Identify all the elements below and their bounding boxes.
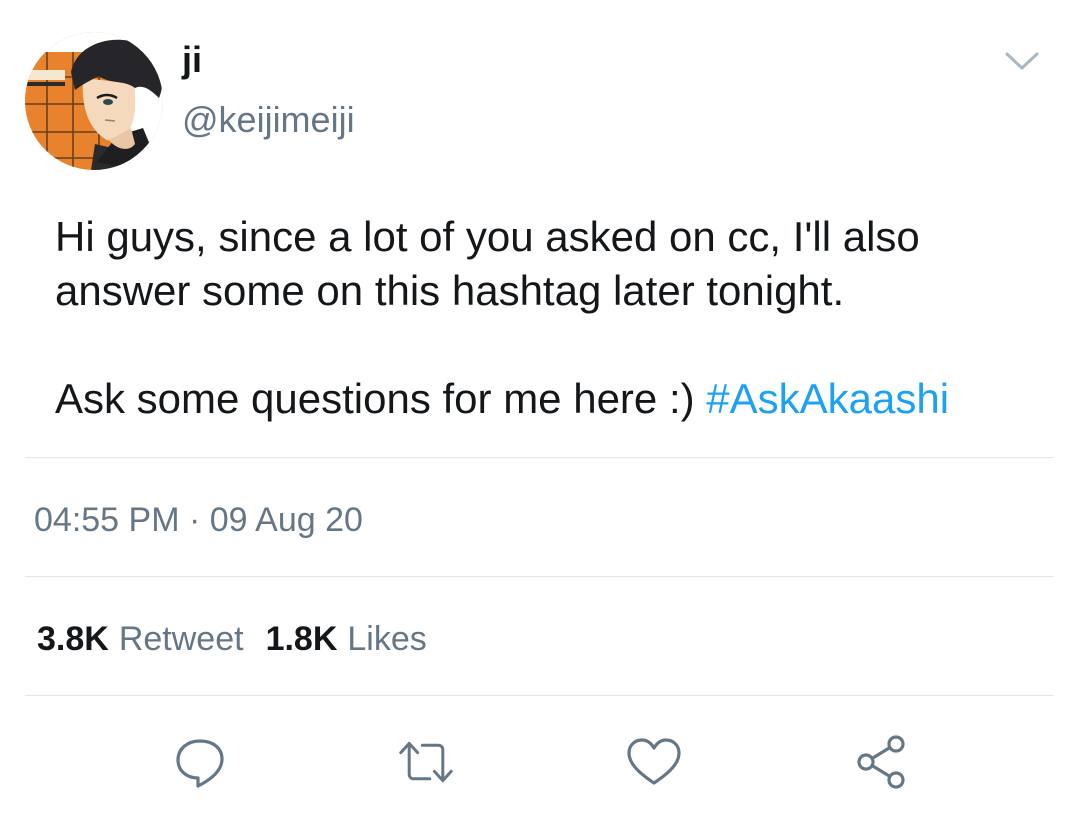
likes-label: Likes	[347, 620, 427, 658]
divider	[25, 576, 1053, 577]
retweet-button[interactable]	[398, 734, 454, 790]
tweet-stats: 3.8K Retweet 1.8K Likes	[37, 619, 427, 659]
tweet-time: 04:55 PM	[34, 501, 180, 539]
reply-button[interactable]	[172, 734, 228, 790]
author-display-name[interactable]: ji	[182, 40, 202, 80]
tweet-menu-button[interactable]	[1002, 46, 1042, 76]
heart-icon	[627, 738, 681, 785]
tweet-card: ji @keijimeiji Hi guys, since a lot of y…	[0, 0, 1077, 820]
share-icon	[857, 735, 905, 789]
timestamp-separator: ·	[179, 501, 210, 539]
author-avatar[interactable]	[25, 32, 163, 170]
tweet-body: Hi guys, since a lot of you asked on cc,…	[55, 210, 1055, 426]
tweet-text-line: Hi guys, since a lot of you asked on cc,…	[55, 213, 920, 260]
like-button[interactable]	[626, 734, 682, 790]
hashtag-link[interactable]: #AskAkaashi	[706, 375, 949, 422]
likes-count: 1.8K	[265, 620, 338, 658]
chevron-down-icon	[1005, 52, 1039, 70]
retweets-stat[interactable]: 3.8K Retweet	[37, 620, 244, 658]
retweets-count: 3.8K	[37, 620, 109, 658]
tweet-date: 09 Aug 20	[209, 501, 363, 539]
divider	[25, 457, 1053, 458]
tweet-text: Ask some questions for me here :)	[55, 375, 707, 422]
divider	[25, 695, 1053, 696]
reply-icon	[176, 739, 224, 788]
tweet-text-line: Ask some questions for me here :) #AskAk…	[55, 372, 1055, 426]
retweet-icon	[399, 741, 453, 783]
tweet-timestamp: 04:55 PM · 09 Aug 20	[34, 500, 363, 540]
anime-avatar-image	[25, 32, 163, 170]
share-button[interactable]	[854, 734, 910, 790]
likes-stat[interactable]: 1.8K Likes	[266, 620, 427, 658]
author-handle[interactable]: @keijimeiji	[182, 100, 355, 140]
tweet-text-line: answer some on this hashtag later tonigh…	[55, 267, 845, 314]
retweets-label: Retweet	[118, 620, 244, 658]
